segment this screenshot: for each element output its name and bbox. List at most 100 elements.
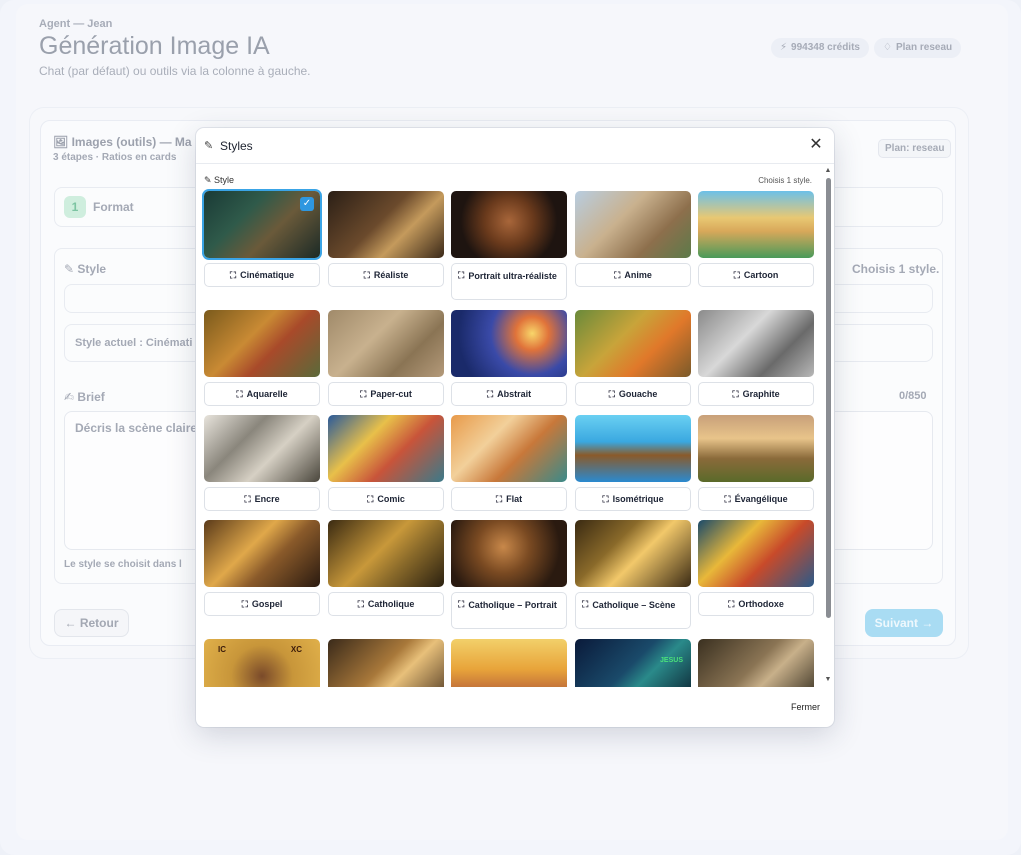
- style-thumbnail[interactable]: [698, 415, 814, 482]
- image-style-icon: ⛶: [495, 493, 503, 504]
- style-hint: Choisis 1 style.: [852, 262, 940, 276]
- style-thumbnail[interactable]: [328, 639, 444, 687]
- style-select-button[interactable]: ⛶ Orthodoxe: [698, 592, 814, 616]
- style-thumbnail[interactable]: [451, 415, 567, 482]
- style-select-button[interactable]: ⛶ Réaliste: [328, 263, 444, 287]
- style-select-button[interactable]: ⛶ Gouache: [575, 382, 691, 406]
- icon-inscription: IC: [218, 645, 226, 654]
- style-thumbnail[interactable]: [204, 310, 320, 377]
- image-style-icon: ⛶: [244, 493, 251, 504]
- step-label: Format: [93, 200, 134, 214]
- style-thumbnail[interactable]: [575, 520, 691, 587]
- arrow-left-icon: ←: [64, 616, 77, 630]
- style-select-button[interactable]: ⛶ Portrait ultra-réaliste: [451, 263, 567, 300]
- style-thumbnail[interactable]: [575, 415, 691, 482]
- style-thumbnail[interactable]: [328, 310, 444, 377]
- style-label: Réaliste: [373, 269, 409, 280]
- style-thumbnail[interactable]: [698, 639, 814, 687]
- style-current: Style actuel : Cinémati: [75, 337, 193, 349]
- scroll-down-icon[interactable]: ▼: [824, 676, 832, 684]
- style-thumbnail[interactable]: [575, 191, 691, 258]
- image-style-icon: ⛶: [357, 598, 364, 609]
- style-thumbnail[interactable]: ✓: [204, 191, 320, 258]
- style-select-button[interactable]: ⛶ Catholique: [328, 592, 444, 616]
- styles-grid: ✓ ⛶ Cinématique ⛶ Réaliste ⛶ Portrait ultra-ré…: [196, 188, 822, 687]
- scroll-thumb[interactable]: [826, 178, 831, 618]
- page-title: Génération Image IA: [39, 32, 270, 60]
- image-style-icon: ⛶: [728, 598, 735, 609]
- neon-sign-text: JESUS: [660, 657, 683, 664]
- section-label-text: Style: [214, 175, 235, 185]
- image-style-icon: ⛶: [733, 269, 740, 280]
- edit-icon: ✍: [64, 390, 75, 404]
- style-thumbnail[interactable]: [575, 310, 691, 377]
- style-thumbnail[interactable]: [698, 520, 814, 587]
- image-style-icon: ⛶: [732, 388, 739, 399]
- brief-placeholder: Décris la scène claire: [75, 421, 198, 435]
- scroll-up-icon[interactable]: ▲: [824, 167, 832, 175]
- style-select-button[interactable]: ⛶ Flat: [451, 487, 567, 511]
- style-label: Cartoon: [743, 269, 779, 280]
- style-thumbnail[interactable]: [451, 639, 567, 687]
- style-label: Flat: [506, 493, 523, 504]
- style-thumbnail[interactable]: JESUS: [575, 639, 691, 687]
- back-button-label: Retour: [79, 616, 119, 630]
- style-note: Le style se choisit dans l: [64, 559, 182, 570]
- pencil-icon: ✎: [64, 262, 75, 276]
- style-select-button[interactable]: ⛶ Comic: [328, 487, 444, 511]
- brief-heading: ✍ Brief: [64, 390, 105, 404]
- style-thumbnail[interactable]: [698, 191, 814, 258]
- style-select-button[interactable]: ⛶ Gospel: [204, 592, 320, 616]
- image-style-icon: ⛶: [608, 388, 615, 399]
- credits-text: 994348 crédits: [791, 42, 860, 53]
- style-thumbnail[interactable]: [451, 191, 567, 258]
- style-select-button[interactable]: ⛶ Anime: [575, 263, 691, 287]
- style-label: Encre: [254, 493, 280, 504]
- close-button[interactable]: Fermer: [791, 702, 820, 712]
- style-select-button[interactable]: ⛶ Paper-cut: [328, 382, 444, 406]
- back-button[interactable]: ← Retour: [54, 609, 129, 637]
- style-select-button[interactable]: ⛶ Encre: [204, 487, 320, 511]
- style-label: Isométrique: [612, 493, 664, 504]
- close-icon[interactable]: ✕: [806, 136, 826, 156]
- style-label: Abstrait: [497, 388, 532, 399]
- plan-text: Plan reseau: [895, 42, 953, 53]
- image-style-icon: ⛶: [367, 493, 374, 504]
- style-thumbnail[interactable]: [328, 191, 444, 258]
- style-select-button[interactable]: ⛶ Graphite: [698, 382, 814, 406]
- style-thumbnail[interactable]: [204, 520, 320, 587]
- style-thumbnail[interactable]: [451, 520, 567, 587]
- style-thumbnail[interactable]: [204, 415, 320, 482]
- style-label: Catholique – Scène: [592, 600, 676, 610]
- style-label: Gouache: [618, 388, 658, 399]
- style-thumbnail[interactable]: [328, 415, 444, 482]
- scrollbar[interactable]: ▲ ▼: [824, 164, 832, 688]
- plan-badge-header: ♢ Plan reseau: [874, 38, 962, 58]
- style-select-button[interactable]: ⛶ Abstrait: [451, 382, 567, 406]
- breadcrumb: Agent — Jean: [39, 18, 113, 30]
- style-thumbnail[interactable]: [451, 310, 567, 377]
- style-label: Paper-cut: [370, 388, 412, 399]
- style-select-button[interactable]: ⛶ Évangélique: [698, 487, 814, 511]
- style-select-button[interactable]: ⛶ Isométrique: [575, 487, 691, 511]
- style-label: Cinématique: [240, 269, 295, 280]
- style-thumbnail[interactable]: [328, 520, 444, 587]
- style-select-button[interactable]: ⛶ Aquarelle: [204, 382, 320, 406]
- next-button[interactable]: Suivant →: [865, 609, 943, 637]
- image-style-icon: ⛶: [229, 269, 237, 280]
- modal-header: ✎ Styles ✕: [196, 128, 834, 164]
- image-icon: 🖼: [53, 135, 69, 149]
- style-thumbnail[interactable]: IC XC: [204, 639, 320, 687]
- style-label: Catholique – Portrait: [468, 600, 557, 610]
- style-label: Aquarelle: [246, 388, 288, 399]
- style-label: Graphite: [742, 388, 780, 399]
- style-select-button[interactable]: ⛶ Cartoon: [698, 263, 814, 287]
- card-title-text: Images (outils) — Ma: [71, 135, 192, 149]
- style-heading: ✎ Style: [64, 262, 106, 276]
- bolt-icon: ⚡: [780, 42, 788, 53]
- style-thumbnail[interactable]: [698, 310, 814, 377]
- next-button-label: Suivant: [874, 616, 918, 630]
- style-select-button[interactable]: ⛶ Catholique – Portrait: [451, 592, 567, 629]
- style-select-button[interactable]: ⛶ Catholique – Scène: [575, 592, 691, 629]
- style-select-button[interactable]: ⛶ Cinématique: [204, 263, 320, 287]
